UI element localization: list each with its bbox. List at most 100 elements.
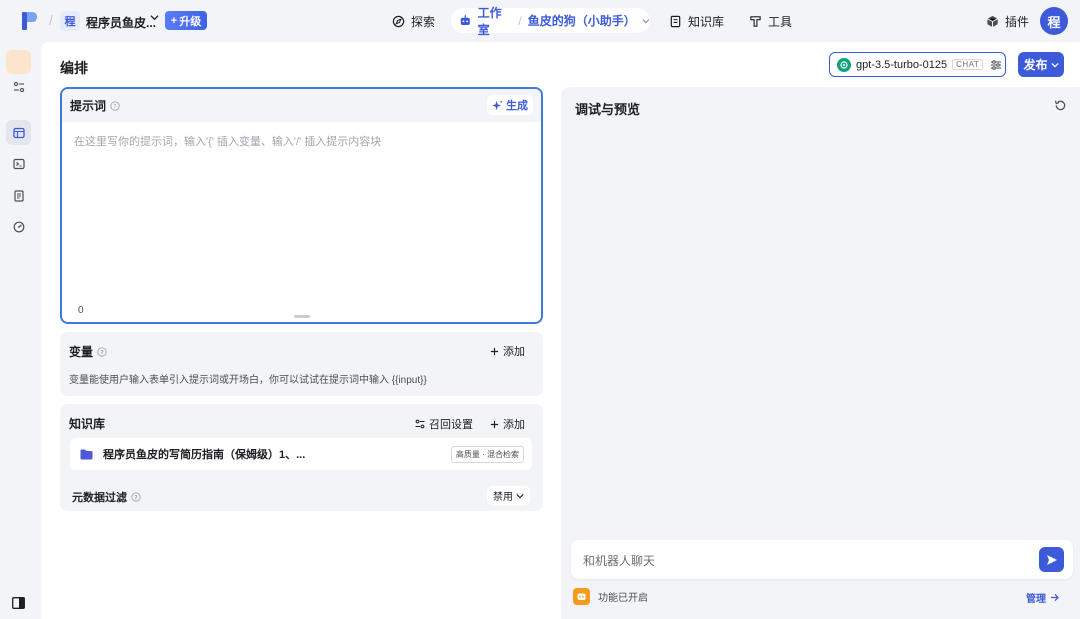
book-icon [670,15,681,28]
plus-icon: + [170,14,178,27]
preview-title: 调试与预览 [575,102,641,117]
prompt-editor[interactable]: 提示词 ? 生成 在这里写你的提示词，输入'{' 插入变量、输入'/' 插入提示… [60,87,543,324]
nav-studio-label: 工作室 [477,5,502,37]
user-avatar[interactable]: 程 [1040,7,1068,35]
add-knowledge-button[interactable]: 添加 [490,416,525,432]
compass-icon [392,15,405,28]
cube-icon [987,15,998,28]
svg-text:?: ? [100,349,104,356]
nav-studio[interactable]: 工作室 / 鱼皮的狗（小助手） [451,6,650,37]
generate-label: 生成 [506,100,528,112]
plus-icon [490,420,499,428]
app-logo-icon[interactable] [22,12,38,30]
recall-settings-label: 召回设置 [429,419,473,431]
feature-bar: 功能已开启 管理 [573,584,1071,609]
prompt-header: 提示词 ? 生成 [62,89,541,122]
model-type-badge: CHAT [952,59,984,70]
gauge-icon [13,221,24,232]
manage-button[interactable]: 管理 [1026,590,1059,605]
knowledge-item-badge: 高质量 · 混合检索 [450,446,524,463]
chevron-down-icon[interactable] [642,17,650,25]
workspace-name[interactable]: 程序员鱼皮... [86,14,156,31]
chevron-down-icon [516,493,524,498]
rail-editor[interactable] [6,120,31,145]
feature-icon [573,588,590,605]
rail-terminal[interactable] [6,151,31,176]
page-title: 编排 [60,60,88,76]
layout-icon [12,127,25,138]
nav-plugins[interactable]: 插件 [986,13,1029,30]
variables-description: 变量能使用户输入表单引入提示词或开场白，你可以试试在提示词中输入 {{input… [69,375,427,386]
workspace-avatar[interactable]: 程 [60,11,80,31]
char-count: 0 [78,305,84,316]
model-name: gpt-3.5-turbo-0125 [856,58,948,71]
metadata-filter-text: 元数据过滤 [72,492,127,504]
sliders-icon [13,81,24,92]
add-variable-label: 添加 [503,346,525,358]
help-icon[interactable]: ? [97,346,107,357]
sliders-icon [415,419,425,429]
nav-tools[interactable]: 工具 [749,13,792,30]
tune-icon[interactable] [990,59,1002,71]
panel-toggle-icon[interactable] [12,597,25,609]
send-button[interactable] [1039,547,1064,572]
bot-avatar[interactable] [6,50,31,74]
plus-icon [490,347,499,355]
preview-panel: 调试与预览 和机器人聊天 功能已开启 管理 [561,87,1080,619]
add-knowledge-label: 添加 [503,419,525,431]
metadata-filter-title: 元数据过滤 ? [72,489,141,505]
help-icon[interactable]: ? [131,492,141,502]
svg-text:?: ? [134,494,138,501]
knowledge-title: 知识库 [69,417,106,431]
knowledge-item[interactable]: 程序员鱼皮的写简历指南（保姆级）1、... 高质量 · 混合检索 [70,438,532,470]
generate-button[interactable]: 生成 [487,95,533,115]
refresh-icon[interactable] [1054,99,1067,112]
model-selector[interactable]: gpt-3.5-turbo-0125 CHAT [829,52,1006,77]
main-panel: 编排 gpt-3.5-turbo-0125 CHAT 发布 提示词 ? 生成 在… [41,42,1080,619]
chat-input[interactable]: 和机器人聊天 [571,540,1073,579]
nav-tools-label: 工具 [768,15,793,29]
rail-analytics[interactable] [6,214,31,239]
robot-icon [460,15,470,25]
bot-name[interactable]: 鱼皮的狗（小助手） [528,12,636,29]
nav-explore[interactable]: 探索 [392,13,435,30]
sparkle-icon [492,99,503,110]
folder-icon [80,449,93,459]
rail-settings[interactable] [6,74,31,99]
nav-knowledge[interactable]: 知识库 [669,13,724,30]
help-icon[interactable]: ? [110,100,120,111]
recall-settings-button[interactable]: 召回设置 [415,416,473,432]
variables-title: 变量 ? [69,343,107,360]
metadata-filter-select[interactable]: 禁用 [487,486,530,505]
send-icon [1046,554,1057,565]
chat-placeholder[interactable]: 和机器人聊天 [583,552,655,569]
chevron-down-icon[interactable] [150,13,159,22]
knowledge-item-name: 程序员鱼皮的写简历指南（保姆级）1、... [103,449,306,461]
breadcrumb-separator: / [518,13,522,28]
breadcrumb-separator: / [49,12,53,28]
tools-icon [750,16,761,27]
variables-title-text: 变量 [69,345,94,359]
chevron-down-icon [1050,62,1059,67]
arrow-right-icon [1050,593,1059,602]
upgrade-button[interactable]: + 升级 [165,11,207,30]
openai-icon [837,57,851,72]
top-bar: / 程 程序员鱼皮... + 升级 探索 工作室 / 鱼皮的狗（小助手） 知识库… [0,0,1080,42]
upgrade-label: 升级 [179,15,202,28]
terminal-icon [12,158,25,169]
svg-text:?: ? [113,103,116,110]
prompt-title: 提示词 [70,99,107,113]
nav-explore-label: 探索 [411,15,436,29]
nav-plugins-label: 插件 [1005,15,1030,29]
document-icon [13,189,24,202]
add-variable-button[interactable]: 添加 [490,343,525,359]
nav-knowledge-label: 知识库 [688,15,725,29]
knowledge-section: 知识库 召回设置 添加 程序员鱼皮的写简历指南（保姆级）1、... 高质量 · … [60,404,543,511]
variables-section: 变量 ? 添加 变量能使用户输入表单引入提示词或开场白，你可以试试在提示词中输入… [60,332,543,396]
prompt-placeholder[interactable]: 在这里写你的提示词，输入'{' 插入变量、输入'/' 插入提示内容块 [74,133,381,149]
resize-handle[interactable] [294,315,310,318]
rail-logs[interactable] [6,183,31,208]
manage-label: 管理 [1026,594,1046,605]
publish-button[interactable]: 发布 [1018,52,1064,77]
metadata-filter-value: 禁用 [493,492,513,503]
